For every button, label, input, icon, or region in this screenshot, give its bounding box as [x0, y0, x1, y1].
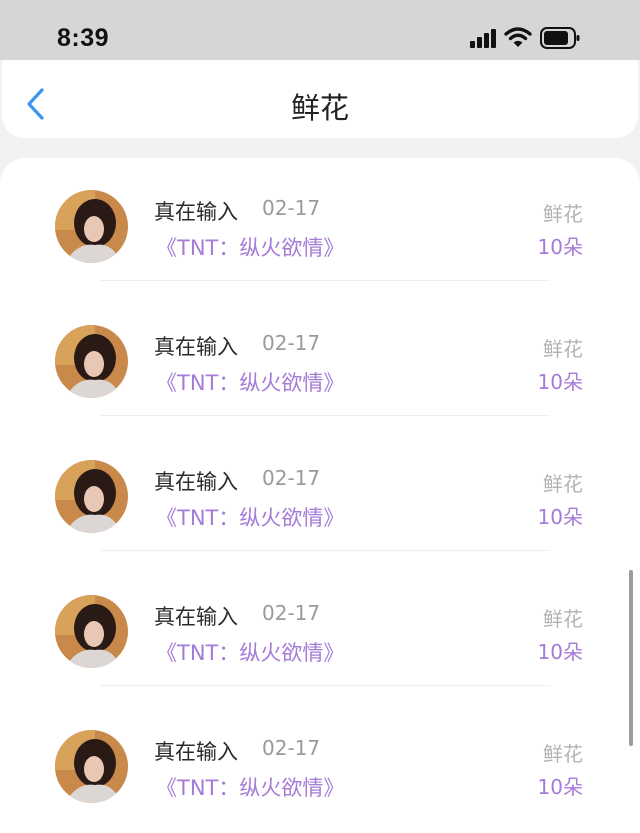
gift-quantity: 10朵: [537, 235, 583, 259]
divider: [100, 280, 550, 281]
avatar[interactable]: [55, 730, 128, 803]
navigation-bar: 鲜花: [2, 60, 638, 138]
gift-date: 02-17: [262, 736, 321, 760]
work-title[interactable]: 《TNT：纵火欲情》: [156, 367, 344, 397]
gift-quantity: 10朵: [537, 505, 583, 529]
gift-date: 02-17: [262, 466, 321, 490]
divider: [100, 685, 550, 686]
status-time: 8:39: [57, 24, 110, 52]
gift-list: 真在输入 02-17 《TNT：纵火欲情》 鲜花 10朵 真在输入 02-17 …: [0, 158, 640, 833]
gift-quantity: 10朵: [537, 640, 583, 664]
list-item[interactable]: 真在输入 02-17 《TNT：纵火欲情》 鲜花 10朵: [0, 563, 640, 698]
battery-icon: [540, 27, 580, 53]
user-name: 真在输入: [154, 605, 238, 629]
work-title[interactable]: 《TNT：纵火欲情》: [156, 232, 344, 262]
scrollbar[interactable]: [629, 570, 633, 746]
user-name: 真在输入: [154, 200, 238, 224]
list-item[interactable]: 真在输入 02-17 《TNT：纵火欲情》 鲜花 10朵: [0, 293, 640, 428]
gift-date: 02-17: [262, 601, 321, 625]
avatar[interactable]: [55, 325, 128, 398]
gift-type: 鲜花: [543, 202, 583, 226]
list-item[interactable]: 真在输入 02-17 《TNT：纵火欲情》 鲜花 10朵: [0, 158, 640, 293]
wifi-icon: [504, 26, 532, 52]
divider: [100, 550, 550, 551]
work-title[interactable]: 《TNT：纵火欲情》: [156, 502, 344, 532]
work-title[interactable]: 《TNT：纵火欲情》: [156, 637, 344, 667]
gift-date: 02-17: [262, 331, 321, 355]
gift-type: 鲜花: [543, 337, 583, 361]
list-item[interactable]: 真在输入 02-17 《TNT：纵火欲情》 鲜花 10朵: [0, 428, 640, 563]
gift-quantity: 10朵: [537, 775, 583, 799]
gift-type: 鲜花: [543, 742, 583, 766]
avatar[interactable]: [55, 460, 128, 533]
cellular-signal-icon: [470, 28, 497, 52]
status-bar: 8:39: [0, 0, 640, 60]
page-title: 鲜花: [290, 91, 349, 125]
gift-type: 鲜花: [543, 472, 583, 496]
list-item[interactable]: 真在输入 02-17 《TNT：纵火欲情》 鲜花 10朵: [0, 698, 640, 833]
gift-type: 鲜花: [543, 607, 583, 631]
avatar[interactable]: [55, 190, 128, 263]
divider: [100, 415, 550, 416]
user-name: 真在输入: [154, 335, 238, 359]
avatar[interactable]: [55, 595, 128, 668]
work-title[interactable]: 《TNT：纵火欲情》: [156, 772, 344, 802]
gift-quantity: 10朵: [537, 370, 583, 394]
gift-date: 02-17: [262, 196, 321, 220]
user-name: 真在输入: [154, 740, 238, 764]
user-name: 真在输入: [154, 470, 238, 494]
